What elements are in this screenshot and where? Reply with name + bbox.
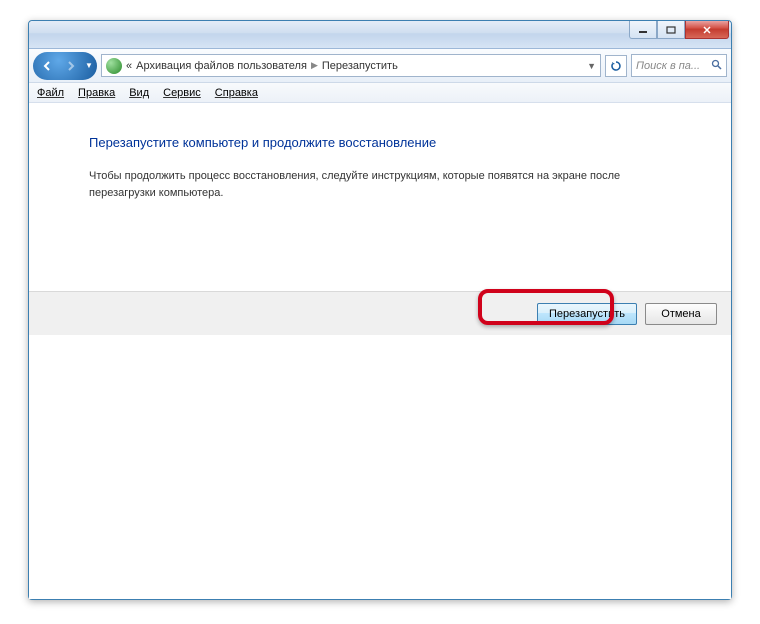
refresh-button[interactable] <box>605 55 627 77</box>
search-icon <box>711 59 722 73</box>
breadcrumb-prefix: « <box>126 60 132 72</box>
navigation-bar: ▼ « Архивация файлов пользователя ▶ Пере… <box>29 49 731 83</box>
window-controls <box>629 21 729 39</box>
maximize-button[interactable] <box>657 21 685 39</box>
cancel-button[interactable]: Отмена <box>645 303 717 325</box>
search-placeholder: Поиск в па... <box>636 60 700 72</box>
chevron-right-icon: ▶ <box>311 60 318 71</box>
menu-view[interactable]: Вид <box>129 87 149 99</box>
location-icon <box>106 58 122 74</box>
breadcrumb-item[interactable]: Перезапустить <box>322 60 398 72</box>
address-bar[interactable]: « Архивация файлов пользователя ▶ Переза… <box>101 54 601 77</box>
restart-button[interactable]: Перезапустить <box>537 303 637 325</box>
menu-help[interactable]: Справка <box>215 87 258 99</box>
nav-history-dropdown[interactable]: ▼ <box>83 61 95 70</box>
content-area: Перезапустите компьютер и продолжите вос… <box>29 103 731 291</box>
search-input[interactable]: Поиск в па... <box>631 54 727 77</box>
menu-tools[interactable]: Сервис <box>163 87 201 99</box>
menu-bar: Файл Правка Вид Сервис Справка <box>29 83 731 103</box>
empty-area <box>29 335 731 599</box>
titlebar <box>29 21 731 49</box>
forward-button[interactable] <box>59 54 83 78</box>
minimize-button[interactable] <box>629 21 657 39</box>
button-bar: Перезапустить Отмена <box>29 291 731 335</box>
close-button[interactable] <box>685 21 729 39</box>
breadcrumb-item[interactable]: Архивация файлов пользователя <box>136 60 307 72</box>
explorer-window: ▼ « Архивация файлов пользователя ▶ Пере… <box>28 20 732 600</box>
nav-arrows: ▼ <box>33 52 97 80</box>
menu-edit[interactable]: Правка <box>78 87 115 99</box>
back-button[interactable] <box>35 54 59 78</box>
page-body-text: Чтобы продолжить процесс восстановления,… <box>89 168 669 201</box>
breadcrumb-dropdown-icon[interactable]: ▼ <box>587 61 596 71</box>
menu-file[interactable]: Файл <box>37 87 64 99</box>
page-heading: Перезапустите компьютер и продолжите вос… <box>89 135 691 150</box>
